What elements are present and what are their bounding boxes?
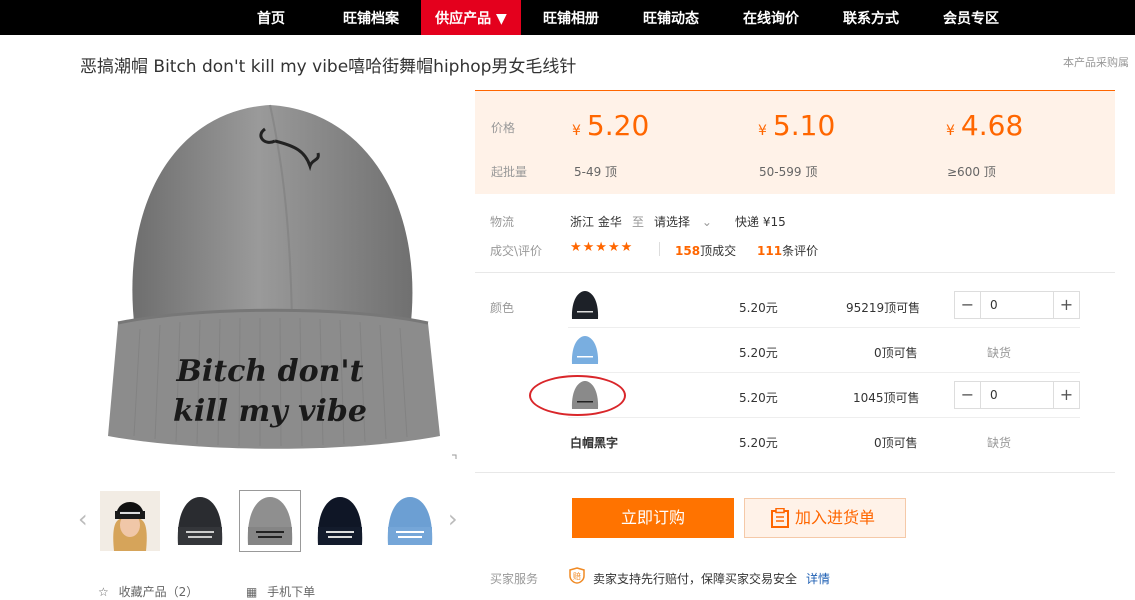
thumbnail-lightblue[interactable] <box>380 491 440 551</box>
quantity-stepper[interactable]: − + <box>954 291 1080 319</box>
row-divider <box>568 417 1080 418</box>
quantity-stepper[interactable]: − + <box>954 381 1080 409</box>
annotation-circle <box>529 375 626 416</box>
thumbnail-black[interactable] <box>170 491 230 551</box>
divider <box>659 242 660 256</box>
thumb-prev-arrow[interactable]: ‹ <box>78 505 88 533</box>
color-label: 颜色 <box>490 301 515 315</box>
buy-now-button[interactable]: 立即订购 <box>572 498 734 538</box>
deal-count[interactable]: 158顶成交 <box>675 242 736 259</box>
express-fee: 快递 ¥15 <box>735 215 786 229</box>
out-of-stock-label: 缺货 <box>987 436 1012 450</box>
mobile-order-link[interactable]: ▦ 手机下单 <box>246 583 315 600</box>
thumbnail-model[interactable] <box>100 491 160 551</box>
nav-inquiry[interactable]: 在线询价 <box>734 0 808 35</box>
beanie-image: Bitch don't kill my vibe <box>108 104 457 459</box>
moq-label: 起批量 <box>491 165 528 179</box>
qty-tier-1: 5-49 顶 <box>574 165 618 179</box>
price-tier-3: ¥4.68 <box>946 109 1024 142</box>
sku-stock: 1045顶可售 <box>853 391 920 405</box>
plus-icon[interactable]: + <box>1053 382 1079 408</box>
hat-text-line2: kill my vibe <box>173 394 367 429</box>
plus-icon[interactable]: + <box>1053 292 1079 318</box>
buyer-service-text: 卖家支持先行赔付，保障买家交易安全 <box>593 572 798 586</box>
qrcode-icon: ▦ <box>246 585 258 599</box>
row-divider <box>568 372 1080 373</box>
sku-stock: 0顶可售 <box>874 436 918 450</box>
logistics-origin: 浙江 金华 <box>570 215 622 229</box>
section-divider <box>475 272 1115 273</box>
star-outline-icon: ☆ <box>98 585 109 599</box>
nav-member[interactable]: 会员专区 <box>934 0 1008 35</box>
section-divider <box>475 472 1115 473</box>
destination-select[interactable]: 请选择 ⌄ <box>654 213 712 230</box>
thumbnail-navy[interactable] <box>310 491 370 551</box>
favorite-link[interactable]: ☆ 收藏产品（2） <box>98 583 198 600</box>
svg-text:赔: 赔 <box>573 571 581 581</box>
thumb-next-arrow[interactable]: › <box>448 505 458 533</box>
sku-stock: 95219顶可售 <box>846 301 921 315</box>
quantity-input[interactable] <box>982 382 1052 408</box>
nav-contact[interactable]: 联系方式 <box>834 0 908 35</box>
sku-thumbnail-black[interactable] <box>569 289 601 321</box>
product-title: 恶搞潮帽 Bitch don't kill my vibe嘻哈街舞帽hiphop… <box>80 57 577 77</box>
nav-news[interactable]: 旺铺动态 <box>634 0 708 35</box>
add-to-cart-label: 加入进货单 <box>795 508 876 527</box>
procurement-note: 本产品采购属 <box>1063 56 1129 69</box>
thumbnail-lightblue-image <box>380 491 440 551</box>
clipboard-icon <box>771 508 789 528</box>
nav-home[interactable]: 首页 <box>242 0 300 35</box>
add-to-cart-button[interactable]: 加入进货单 <box>744 498 906 538</box>
review-count[interactable]: 111条评价 <box>757 242 818 259</box>
sku-thumbnail-lightblue[interactable] <box>569 334 601 366</box>
out-of-stock-label: 缺货 <box>987 346 1012 360</box>
sku-name-white-black[interactable]: 白帽黑字 <box>570 434 618 451</box>
thumbnail-model-image <box>100 491 160 551</box>
sku-price: 5.20元 <box>739 391 778 405</box>
sku-price: 5.20元 <box>739 436 778 450</box>
price-label: 价格 <box>491 121 516 135</box>
sku-stock: 0顶可售 <box>874 346 918 360</box>
sku-price: 5.20元 <box>739 346 778 360</box>
qty-tier-3: ≥600 顶 <box>947 165 996 179</box>
row-divider <box>568 327 1080 328</box>
trade-label: 成交\评价 <box>490 244 543 258</box>
qty-tier-2: 50-599 顶 <box>759 165 818 179</box>
sku-price: 5.20元 <box>739 301 778 315</box>
top-nav: 首页 旺铺档案 供应产品 ▼ 旺铺相册 旺铺动态 在线询价 联系方式 会员专区 <box>0 0 1135 35</box>
shield-icon: 赔 <box>569 567 585 587</box>
chevron-down-icon: ⌄ <box>701 215 712 229</box>
rating-stars-icon: ★★★★★ <box>570 240 634 255</box>
logistics-label: 物流 <box>490 215 515 229</box>
quantity-input[interactable] <box>982 292 1052 318</box>
minus-icon[interactable]: − <box>955 382 981 408</box>
service-details-link[interactable]: 详情 <box>806 570 830 587</box>
thumbnail-gray-image <box>240 491 300 551</box>
minus-icon[interactable]: − <box>955 292 981 318</box>
nav-products[interactable]: 供应产品 ▼ <box>421 0 521 35</box>
thumbnail-black-image <box>170 491 230 551</box>
hat-text-line1: Bitch don't <box>176 354 364 389</box>
thumbnail-gray[interactable] <box>239 490 301 552</box>
favorite-label: 收藏产品（2） <box>118 585 199 599</box>
price-tier-2: ¥5.10 <box>758 109 836 142</box>
price-box: 价格 起批量 ¥5.20 5-49 顶 ¥5.10 50-599 顶 ¥4.68… <box>475 90 1115 194</box>
product-main-image[interactable]: Bitch don't kill my vibe <box>80 91 460 468</box>
thumbnail-navy-image <box>310 491 370 551</box>
mobile-order-label: 手机下单 <box>267 585 316 599</box>
logistics-to: 至 <box>632 215 645 229</box>
price-tier-1: ¥5.20 <box>572 109 650 142</box>
buyer-service-label: 买家服务 <box>490 572 539 586</box>
nav-shop-profile[interactable]: 旺铺档案 <box>334 0 408 35</box>
nav-album[interactable]: 旺铺相册 <box>534 0 608 35</box>
